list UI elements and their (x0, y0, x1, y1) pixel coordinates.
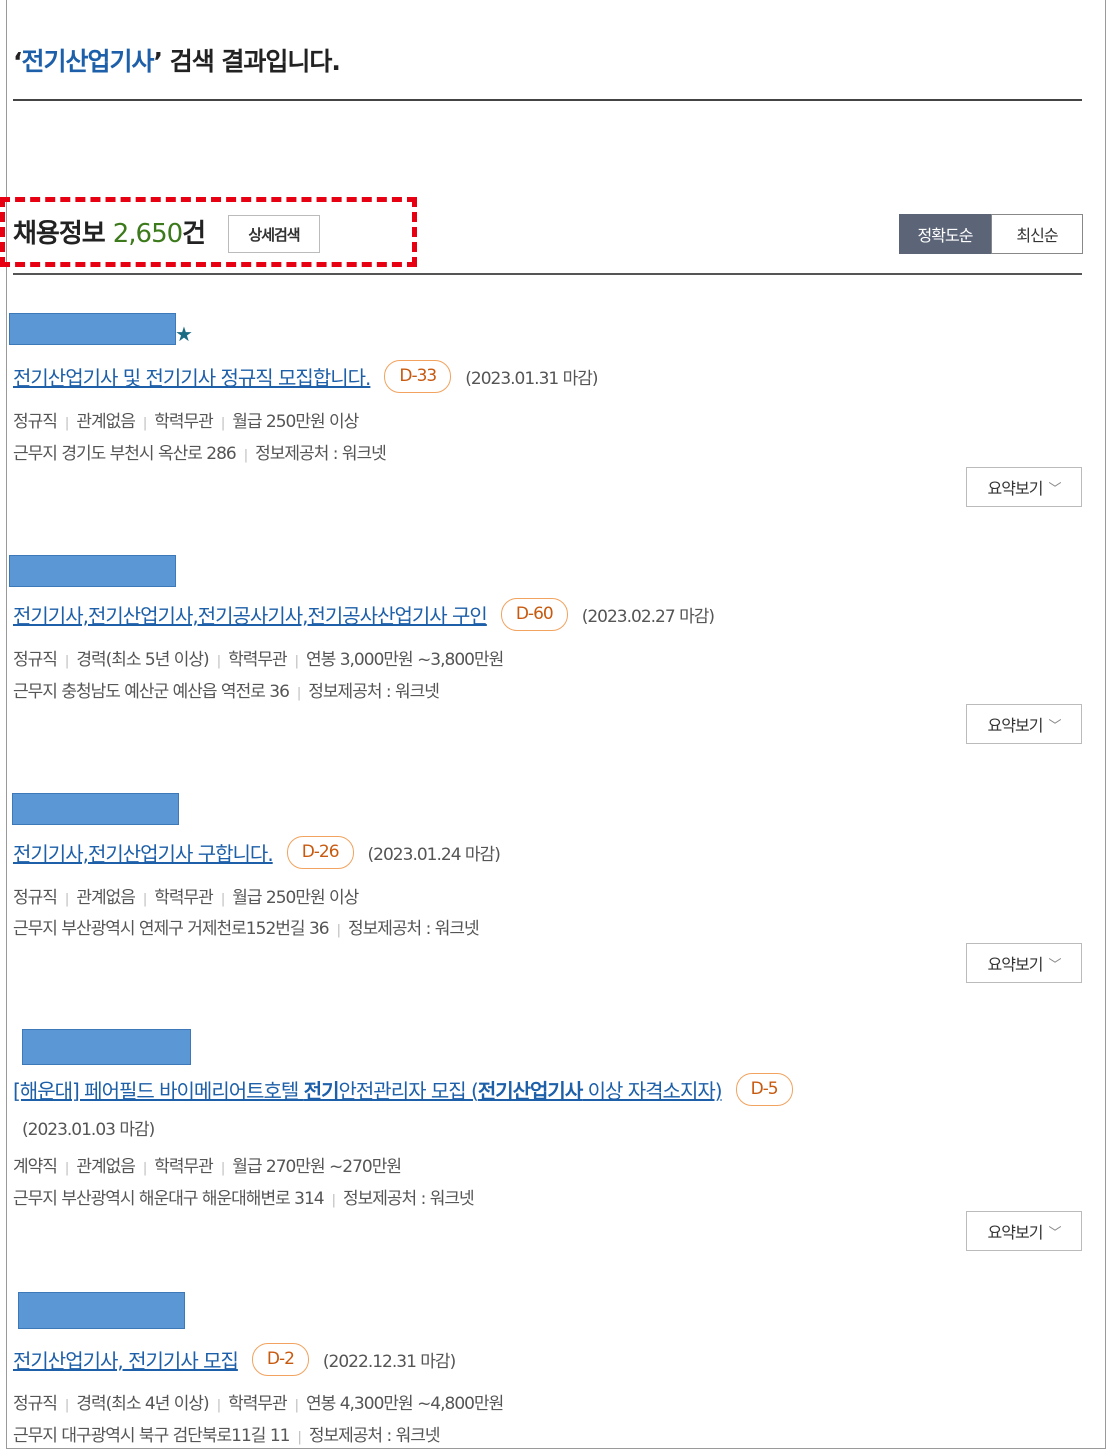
company-name-redacted (9, 555, 176, 587)
dday-badge: D-60 (500, 598, 568, 631)
job-title-link[interactable]: 전기산업기사, 전기기사 모집 (13, 1345, 239, 1374)
sort-latest-button[interactable]: 최신순 (991, 214, 1083, 254)
job-location: 근무지 부산광역시 연제구 거제천로152번길 36 | 정보제공처 : 워크넷 (13, 919, 480, 939)
deadline: (2023.01.03 마감) (22, 1120, 155, 1140)
results-count: 채용정보 2,650건 (13, 219, 206, 249)
job-title-row: 전기기사,전기산업기사,전기공사기사,전기공사산업기사 구인 D-60 (202… (13, 598, 715, 631)
company-name-redacted (12, 793, 179, 825)
chevron-down-icon: ﹀ (1048, 957, 1061, 973)
job-conditions: 정규직 | 관계없음 | 학력무관 | 월급 250만원 이상 (13, 412, 359, 432)
company-name-redacted (9, 313, 176, 345)
job-title-link[interactable]: 전기산업기사 및 전기기사 정규직 모집합니다. (13, 362, 371, 391)
summary-button[interactable]: 요약보기 ﹀ (966, 467, 1082, 507)
job-location: 근무지 경기도 부천시 옥산로 286 | 정보제공처 : 워크넷 (13, 444, 387, 464)
search-keyword: 전기산업기사 (21, 47, 155, 76)
deadline: (2023.01.31 마감) (465, 369, 598, 389)
summary-button[interactable]: 요약보기 ﹀ (966, 704, 1082, 744)
job-title-link[interactable]: 전기기사,전기산업기사 구합니다. (13, 838, 274, 867)
job-conditions: 정규직 | 경력(최소 5년 이상) | 학력무관 | 연봉 3,000만원 ~3,800만… (13, 650, 504, 670)
dday-badge: D-26 (286, 836, 354, 869)
company-name-redacted (22, 1029, 191, 1065)
job-conditions: 정규직 | 관계없음 | 학력무관 | 월급 250만원 이상 (13, 888, 359, 908)
job-title-link[interactable]: [해운대] 페어필드 바이메리어트호텔 전기안전관리자 모집 (전기산업기사 이… (13, 1075, 723, 1104)
job-title-row: [해운대] 페어필드 바이메리어트호텔 전기안전관리자 모집 (전기산업기사 이… (13, 1073, 793, 1106)
job-title-row: 전기산업기사 및 전기기사 정규직 모집합니다. D-33 (2023.01.3… (13, 360, 599, 393)
deadline: (2023.01.24 마감) (367, 845, 501, 865)
chevron-down-icon: ﹀ (1048, 481, 1061, 497)
company-name-redacted (18, 1292, 185, 1329)
sort-accuracy-button[interactable]: 정확도순 (899, 214, 991, 254)
job-conditions: 계약직 | 관계없음 | 학력무관 | 월급 270만원 ~270만원 (13, 1157, 402, 1177)
deadline: (2023.02.27 마감) (581, 607, 715, 627)
job-title-row: 전기기사,전기산업기사 구합니다. D-26 (2023.01.24 마감) (13, 836, 501, 869)
job-title-row: 전기산업기사, 전기기사 모집 D-2 (2022.12.31 마감) (13, 1343, 456, 1376)
job-location: 근무지 충청남도 예산군 예산읍 역전로 36 | 정보제공처 : 워크넷 (13, 682, 440, 702)
summary-button[interactable]: 요약보기 ﹀ (966, 1211, 1082, 1251)
deadline: (2022.12.31 마감) (322, 1352, 456, 1372)
title-divider (13, 99, 1082, 101)
job-location: 근무지 부산광역시 해운대구 해운대해변로 314 | 정보제공처 : 워크넷 (13, 1189, 475, 1209)
dday-badge: D-2 (251, 1343, 309, 1376)
results-divider (13, 273, 1082, 275)
job-title-link[interactable]: 전기기사,전기산업기사,전기공사기사,전기공사산업기사 구인 (13, 600, 488, 629)
summary-button[interactable]: 요약보기 ﹀ (966, 943, 1082, 983)
detail-search-button[interactable]: 상세검색 (228, 215, 320, 253)
sort-toggle: 정확도순 최신순 (899, 214, 1083, 254)
star-icon: ★ (175, 322, 193, 346)
chevron-down-icon: ﹀ (1048, 718, 1061, 734)
job-location: 근무지 대구광역시 북구 검단북로11길 11 | 정보제공처 : 워크넷 (13, 1426, 441, 1446)
page-title: ‘전기산업기사’ 검색 결과입니다. (13, 47, 341, 76)
chevron-down-icon: ﹀ (1048, 1225, 1061, 1241)
dday-badge: D-5 (735, 1073, 793, 1106)
results-count-number: 2,650 (112, 219, 183, 249)
job-conditions: 정규직 | 경력(최소 4년 이상) | 학력무관 | 연봉 4,300만원 ~4,800만… (13, 1394, 504, 1414)
dday-badge: D-33 (384, 360, 452, 393)
